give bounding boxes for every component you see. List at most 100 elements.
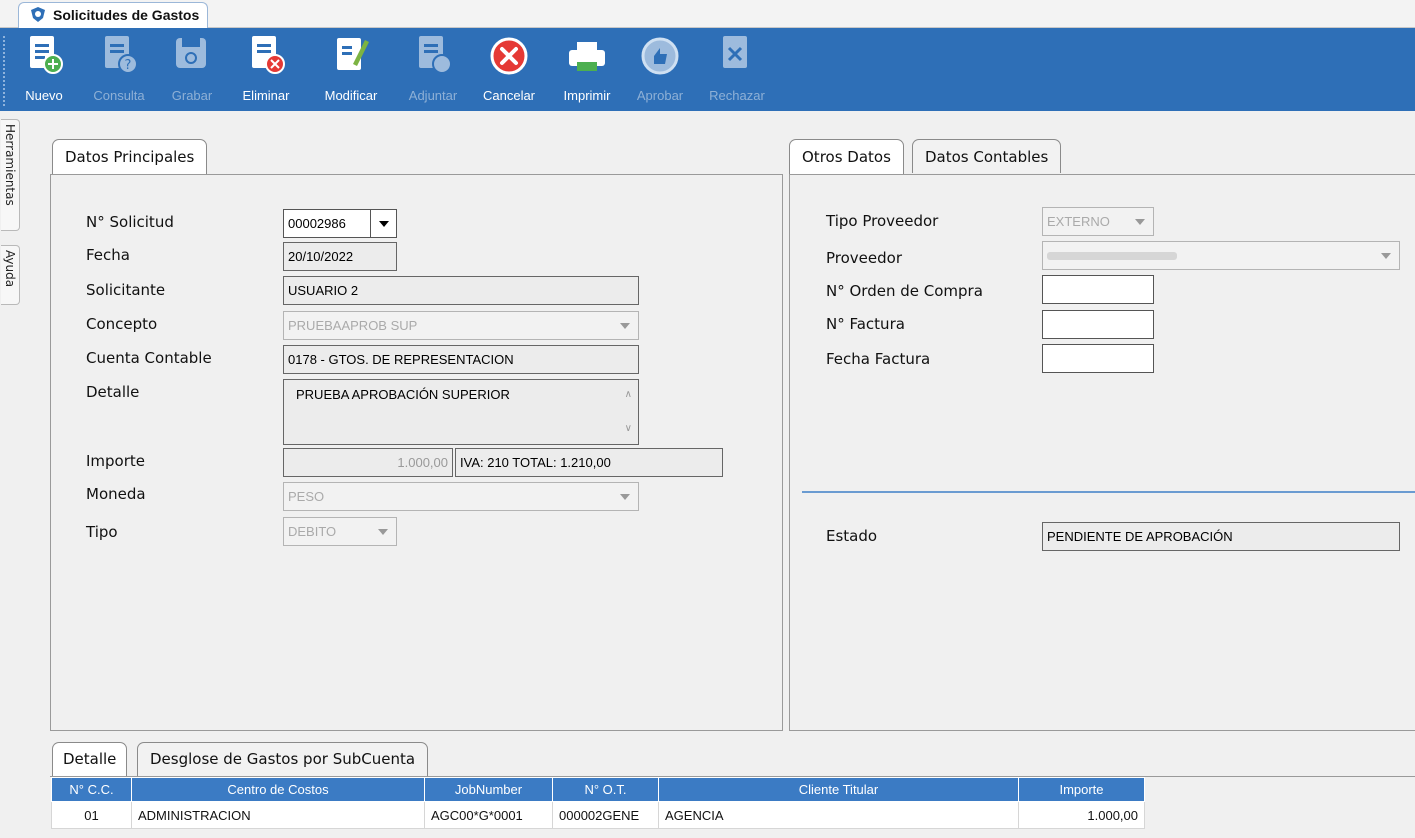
factura-field[interactable]: [1042, 310, 1154, 339]
tipo-value: DEBITO: [288, 524, 337, 539]
solicitud-select[interactable]: 00002986: [283, 209, 397, 238]
moneda-label: Moneda: [86, 485, 146, 503]
toolbar-grip[interactable]: [3, 36, 7, 106]
attach-document-icon: [419, 36, 452, 74]
fecha-factura-field[interactable]: [1042, 344, 1154, 373]
edit-document-icon: [337, 38, 369, 70]
cuenta-contable-value: 0178 - GTOS. DE REPRESENTACION: [288, 352, 514, 367]
detalle-value: PRUEBA APROBACIÓN SUPERIOR: [296, 387, 510, 402]
document-tab[interactable]: Solicitudes de Gastos: [18, 2, 209, 28]
proveedor-select[interactable]: [1042, 241, 1400, 270]
modificar-label: Modificar: [324, 88, 378, 103]
scroll-up-icon[interactable]: ∧: [625, 386, 632, 404]
approve-icon: [641, 37, 679, 75]
tab-detalle[interactable]: Detalle: [52, 742, 128, 776]
column-header-cc[interactable]: N° C.C.: [51, 777, 132, 802]
svg-text:?: ?: [125, 58, 132, 73]
herramientas-tab[interactable]: Herramientas: [1, 119, 20, 231]
tipo-proveedor-label: Tipo Proveedor: [826, 212, 939, 230]
ayuda-tab[interactable]: Ayuda: [1, 245, 20, 305]
cuenta-contable-label: Cuenta Contable: [86, 349, 212, 367]
tipo-proveedor-select[interactable]: EXTERNO: [1042, 207, 1154, 236]
fecha-value: 20/10/2022: [288, 249, 354, 264]
tab-desglose-label: Desglose de Gastos por SubCuenta: [150, 750, 416, 768]
cell-cc: 01: [51, 801, 132, 829]
chevron-down-icon: [1381, 253, 1391, 259]
tab-datos-principales-label: Datos Principales: [65, 148, 195, 166]
grabar-button[interactable]: Grabar: [164, 32, 220, 108]
concepto-label: Concepto: [86, 315, 158, 333]
cancelar-button[interactable]: Cancelar: [474, 32, 544, 108]
nuevo-label: Nuevo: [25, 88, 63, 103]
concepto-select[interactable]: PRUEBAAPROB SUP: [283, 311, 639, 340]
tab-datos-contables[interactable]: Datos Contables: [912, 139, 1062, 173]
column-header-ot[interactable]: N° O.T.: [552, 777, 659, 802]
scroll-down-icon[interactable]: ∨: [625, 420, 632, 438]
cell-jobnumber: AGC00*G*0001: [424, 801, 553, 829]
fecha-field[interactable]: 20/10/2022: [283, 242, 397, 271]
proveedor-label: Proveedor: [826, 249, 902, 267]
ayuda-label: Ayuda: [3, 250, 17, 288]
importe-value: 1.000,00: [397, 455, 448, 470]
tab-otros-datos[interactable]: Otros Datos: [789, 139, 904, 175]
grid-header-row: N° C.C. Centro de Costos JobNumber N° O.…: [51, 777, 1145, 802]
document-tab-strip: Solicitudes de Gastos: [0, 0, 1415, 28]
solicitante-label: Solicitante: [86, 281, 166, 299]
consulta-label: Consulta: [93, 88, 145, 103]
estado-field: PENDIENTE DE APROBACIÓN: [1042, 522, 1400, 551]
cancelar-label: Cancelar: [482, 88, 536, 103]
new-document-icon: [30, 36, 63, 74]
chevron-down-icon: [620, 323, 630, 329]
consulta-button[interactable]: ? Consulta: [86, 32, 152, 108]
moneda-value: PESO: [288, 489, 325, 504]
importe-field[interactable]: 1.000,00: [283, 448, 453, 477]
concepto-value: PRUEBAAPROB SUP: [288, 318, 418, 333]
side-tabs: Herramientas Ayuda: [0, 111, 22, 838]
column-header-jobnumber[interactable]: JobNumber: [424, 777, 553, 802]
estado-label: Estado: [826, 527, 878, 545]
imprimir-label: Imprimir: [563, 88, 611, 103]
detalle-textarea[interactable]: PRUEBA APROBACIÓN SUPERIOR ∧ ∨: [283, 379, 639, 445]
tipo-select[interactable]: DEBITO: [283, 517, 397, 546]
solicitante-value: USUARIO 2: [288, 283, 359, 298]
chevron-down-icon: [1135, 219, 1145, 225]
column-header-centro-costos[interactable]: Centro de Costos: [131, 777, 425, 802]
solicitud-label: N° Solicitud: [86, 213, 174, 231]
table-row[interactable]: 01 ADMINISTRACION AGC00*G*0001 000002GEN…: [51, 801, 1145, 829]
aprobar-button[interactable]: Aprobar: [632, 32, 688, 108]
moneda-select[interactable]: PESO: [283, 482, 639, 511]
fecha-label: Fecha: [86, 246, 130, 264]
eliminar-label: Eliminar: [242, 88, 290, 103]
solicitante-field[interactable]: USUARIO 2: [283, 276, 639, 305]
otros-datos-panel: Tipo Proveedor Proveedor N° Orden de Com…: [789, 174, 1415, 731]
rechazar-button[interactable]: Rechazar: [704, 32, 770, 108]
toolbar: Nuevo ? Consulta Grabar Eliminar Modific…: [0, 28, 1415, 111]
column-header-cliente[interactable]: Cliente Titular: [658, 777, 1019, 802]
tab-desglose[interactable]: Desglose de Gastos por SubCuenta: [137, 742, 429, 776]
importe-label: Importe: [86, 452, 146, 470]
fecha-factura-label: Fecha Factura: [826, 350, 931, 368]
imprimir-button[interactable]: Imprimir: [554, 32, 620, 108]
orden-compra-label: N° Orden de Compra: [826, 282, 983, 300]
grabar-label: Grabar: [171, 88, 213, 103]
delete-document-icon: [252, 36, 285, 74]
tab-datos-principales[interactable]: Datos Principales: [52, 139, 208, 175]
shield-icon: [31, 7, 45, 22]
tab-datos-contables-label: Datos Contables: [925, 148, 1049, 166]
cell-centro-costos: ADMINISTRACION: [131, 801, 425, 829]
chevron-down-icon: [620, 494, 630, 500]
cell-importe: 1.000,00: [1018, 801, 1145, 829]
nuevo-button[interactable]: Nuevo: [14, 32, 74, 108]
eliminar-button[interactable]: Eliminar: [236, 32, 296, 108]
detalle-grid: N° C.C. Centro de Costos JobNumber N° O.…: [51, 777, 1145, 829]
cuenta-contable-field[interactable]: 0178 - GTOS. DE REPRESENTACION: [283, 345, 639, 374]
solicitud-dropdown-button[interactable]: [370, 210, 396, 237]
column-header-importe[interactable]: Importe: [1018, 777, 1145, 802]
adjuntar-button[interactable]: Adjuntar: [400, 32, 466, 108]
tipo-label: Tipo: [86, 523, 118, 541]
herramientas-label: Herramientas: [3, 124, 17, 206]
modificar-button[interactable]: Modificar: [316, 32, 386, 108]
save-disk-icon: [176, 38, 206, 68]
cell-ot: 000002GENE: [552, 801, 659, 829]
orden-compra-field[interactable]: [1042, 275, 1154, 304]
